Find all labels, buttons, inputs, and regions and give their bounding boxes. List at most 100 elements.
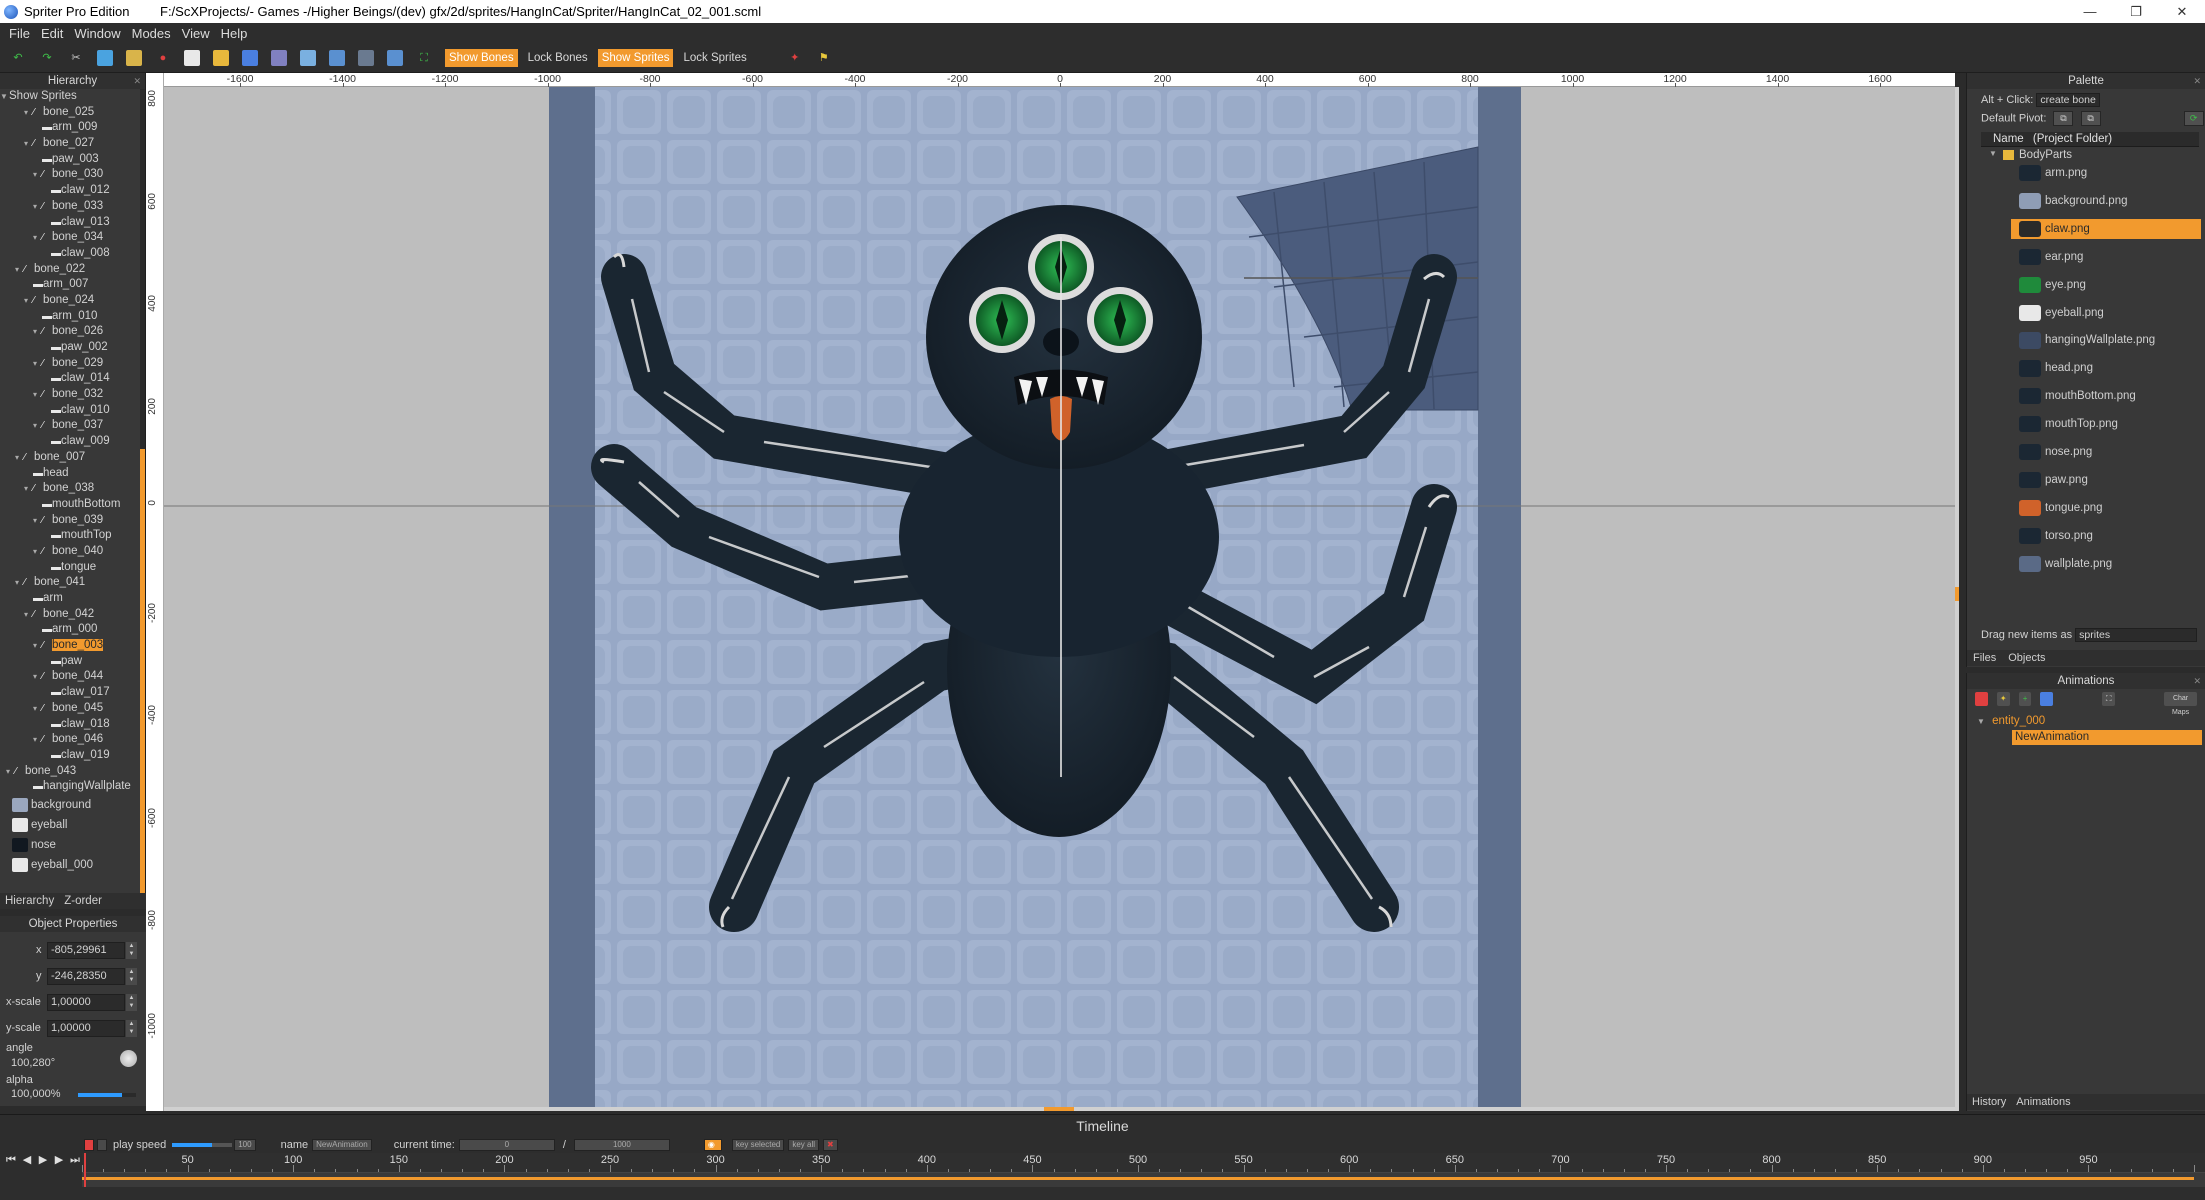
hierarchy-item[interactable]: ▾ ⁄ bone_030 bbox=[0, 167, 141, 183]
y-field[interactable]: -246,28350 bbox=[47, 968, 125, 985]
show-sprites-row[interactable]: ▼Show Sprites bbox=[0, 89, 141, 105]
expand-icon[interactable]: ▾ bbox=[33, 199, 42, 215]
hierarchy-item[interactable]: ▬claw_012 bbox=[0, 183, 141, 199]
view-mode-4-icon[interactable] bbox=[387, 50, 403, 66]
pivot-paste-icon[interactable]: ⧉ bbox=[2080, 111, 2101, 126]
canvas-vscrollbar[interactable] bbox=[1955, 87, 1959, 1111]
maximize-button[interactable]: ❐ bbox=[2113, 4, 2159, 20]
char-maps-button[interactable]: Char Maps bbox=[2164, 692, 2197, 716]
hierarchy-item[interactable]: ▬claw_009 bbox=[0, 434, 141, 450]
animation-name-field[interactable]: NewAnimation bbox=[312, 1139, 372, 1151]
bone-tool-icon[interactable]: ✦ bbox=[787, 50, 803, 66]
hierarchy-item[interactable]: ▬arm_007 bbox=[0, 277, 141, 293]
drag-items-select[interactable]: sprites bbox=[2075, 628, 2198, 642]
show-sprites-toggle[interactable]: Show Sprites bbox=[597, 49, 674, 67]
duplicate-animation-icon[interactable] bbox=[2040, 692, 2054, 706]
loop-toggle-icon[interactable] bbox=[97, 1139, 107, 1151]
animation-item[interactable]: NewAnimation bbox=[2012, 730, 2202, 745]
key-selected-button[interactable]: key selected bbox=[731, 1139, 785, 1151]
x-spinner[interactable]: ▲ ▼ bbox=[126, 942, 137, 959]
file-item[interactable]: mouthBottom.png bbox=[1981, 386, 2201, 406]
hierarchy-item[interactable]: ▬claw_013 bbox=[0, 215, 141, 231]
tab-z-order[interactable]: Z-order bbox=[59, 893, 107, 909]
step-back-icon[interactable]: ◀ bbox=[20, 1153, 34, 1167]
hierarchy-item[interactable]: ▾ ⁄ bone_027 bbox=[0, 136, 141, 152]
hierarchy-item[interactable]: ▾ ⁄ bone_045 bbox=[0, 701, 141, 717]
file-item[interactable]: eye.png bbox=[1981, 275, 2201, 295]
expand-icon[interactable]: ▾ bbox=[33, 230, 42, 246]
paste-icon[interactable] bbox=[126, 50, 142, 66]
lock-sprites-toggle[interactable]: Lock Sprites bbox=[679, 49, 750, 67]
minimize-button[interactable]: — bbox=[2067, 4, 2113, 19]
file-item[interactable]: hangingWallplate.png bbox=[1981, 330, 2201, 350]
pin-icon[interactable]: ✕ bbox=[133, 73, 141, 89]
lock-bones-toggle[interactable]: Lock Bones bbox=[524, 49, 592, 67]
file-item[interactable]: eyeball.png bbox=[1981, 303, 2201, 323]
expand-icon[interactable]: ▾ bbox=[33, 167, 42, 183]
export-icon[interactable] bbox=[271, 50, 287, 66]
refresh-icon[interactable]: ⟳ bbox=[2183, 111, 2204, 126]
view-mode-3-icon[interactable] bbox=[358, 50, 374, 66]
y-spinner[interactable]: ▲ ▼ bbox=[126, 968, 137, 985]
hierarchy-item[interactable]: ▾ ⁄ bone_003 bbox=[0, 638, 141, 654]
file-list-header[interactable]: Name (Project Folder) bbox=[1981, 132, 2199, 147]
hierarchy-item[interactable]: ▾ ⁄ bone_022 bbox=[0, 262, 141, 278]
hierarchy-item[interactable]: ▬arm_009 bbox=[0, 120, 141, 136]
expand-icon[interactable]: ▾ bbox=[33, 544, 42, 560]
current-time-field[interactable]: 0 bbox=[458, 1139, 555, 1151]
hierarchy-item[interactable]: ▬tongue bbox=[0, 560, 141, 576]
expand-icon[interactable]: ▾ bbox=[24, 607, 33, 623]
hierarchy-item[interactable]: ▬mouthBottom bbox=[0, 497, 141, 513]
redo-icon[interactable]: ↷ bbox=[39, 50, 55, 66]
play-speed-field[interactable]: 100 bbox=[234, 1139, 256, 1151]
expand-icon[interactable]: ▾ bbox=[33, 387, 42, 403]
pin-icon[interactable]: ✕ bbox=[2193, 673, 2201, 689]
canvas-hscrollbar[interactable] bbox=[164, 1107, 1955, 1111]
file-item[interactable]: background.png bbox=[1981, 191, 2201, 211]
expand-icon[interactable]: ▾ bbox=[6, 764, 15, 780]
record-icon[interactable] bbox=[1975, 692, 1988, 706]
hierarchy-item[interactable]: ▬hangingWallplate bbox=[0, 779, 141, 795]
hscroll-thumb[interactable] bbox=[1044, 1107, 1074, 1111]
file-item[interactable]: paw.png bbox=[1981, 470, 2201, 490]
loop-icon[interactable] bbox=[84, 1139, 94, 1151]
file-item[interactable]: tongue.png bbox=[1981, 498, 2201, 518]
hierarchy-item[interactable]: ▬claw_008 bbox=[0, 246, 141, 262]
hierarchy-root-sprite[interactable]: nose bbox=[0, 835, 141, 855]
hierarchy-item[interactable]: ▾ ⁄ bone_007 bbox=[0, 450, 141, 466]
menu-edit[interactable]: Edit bbox=[38, 26, 71, 41]
expand-icon[interactable]: ▾ bbox=[33, 669, 42, 685]
hierarchy-item[interactable]: ▾ ⁄ bone_029 bbox=[0, 356, 141, 372]
expand-icon[interactable]: ▾ bbox=[33, 638, 42, 654]
menu-file[interactable]: File bbox=[6, 26, 38, 41]
hierarchy-item[interactable]: ▬paw_003 bbox=[0, 152, 141, 168]
y-scale-spinner[interactable]: ▲ ▼ bbox=[126, 1020, 137, 1037]
tab-objects[interactable]: Objects bbox=[2002, 650, 2051, 666]
skip-end-icon[interactable]: ⏭ bbox=[68, 1153, 82, 1167]
hierarchy-root-sprite[interactable]: eyeball_000 bbox=[0, 855, 141, 875]
hierarchy-item[interactable]: ▾ ⁄ bone_038 bbox=[0, 481, 141, 497]
hierarchy-item[interactable]: ▬claw_010 bbox=[0, 403, 141, 419]
folder-row[interactable]: ▼ BodyParts bbox=[1981, 149, 2201, 163]
scrollbar-thumb[interactable] bbox=[140, 449, 145, 904]
animation-length-field[interactable]: 1000 bbox=[573, 1139, 670, 1151]
hierarchy-item[interactable]: ▾ ⁄ bone_041 bbox=[0, 575, 141, 591]
folder-expand-icon[interactable]: ▼ bbox=[1989, 149, 1997, 158]
tab-history[interactable]: History bbox=[1967, 1094, 2011, 1110]
play-speed-slider[interactable] bbox=[172, 1143, 233, 1147]
hierarchy-item[interactable]: ▾ ⁄ bone_042 bbox=[0, 607, 141, 623]
timeline-track[interactable] bbox=[82, 1153, 2205, 1187]
expand-icon[interactable]: ▾ bbox=[24, 293, 33, 309]
menu-help[interactable]: Help bbox=[218, 26, 256, 41]
expand-icon[interactable]: ▾ bbox=[24, 136, 33, 152]
expand-icon[interactable]: ▾ bbox=[33, 324, 42, 340]
hierarchy-item[interactable]: ▬claw_014 bbox=[0, 371, 141, 387]
expand-icon[interactable]: ▼ bbox=[0, 89, 9, 105]
playhead[interactable] bbox=[84, 1153, 86, 1187]
key-all-button[interactable]: key all bbox=[788, 1139, 820, 1151]
y-scale-field[interactable]: 1,00000 bbox=[47, 1020, 125, 1037]
menu-view[interactable]: View bbox=[179, 26, 218, 41]
hierarchy-item[interactable]: ▾ ⁄ bone_033 bbox=[0, 199, 141, 215]
hierarchy-item[interactable]: ▾ ⁄ bone_044 bbox=[0, 669, 141, 685]
alpha-field[interactable]: 100,000% bbox=[8, 1087, 68, 1104]
